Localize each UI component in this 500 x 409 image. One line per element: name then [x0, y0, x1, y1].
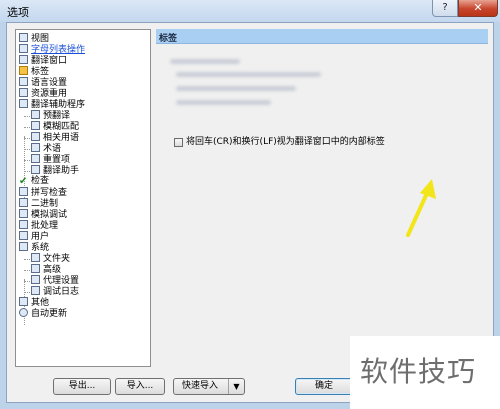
proxy-icon: [31, 275, 40, 284]
batch-icon: [19, 220, 28, 229]
log-icon: [31, 286, 40, 295]
tree-item-view[interactable]: 视图: [19, 33, 49, 44]
tree-connector: [24, 292, 30, 293]
tree-item-translation-helper[interactable]: 翻译助手: [31, 165, 79, 176]
panel-header: 标签: [156, 29, 488, 44]
other-icon: [19, 297, 28, 306]
tree-item-pretranslate[interactable]: 预翻译: [31, 110, 70, 121]
pretranslate-icon: [31, 110, 40, 119]
debug-icon: [19, 209, 28, 218]
tree-item-folder[interactable]: 文件夹: [31, 253, 70, 264]
tree-item-translation-assistant[interactable]: 翻译辅助程序: [19, 99, 85, 110]
tree-item-translation-window[interactable]: 翻译窗口: [19, 55, 67, 66]
tree-item-language-settings[interactable]: 语言设置: [19, 77, 67, 88]
tag-icon: [19, 66, 28, 75]
tree-connector: [24, 171, 30, 172]
blurred-text: [170, 59, 240, 64]
panel-title: 标签: [159, 34, 178, 44]
check-icon: ✔: [19, 176, 28, 187]
tree-item-reset[interactable]: 重置项: [31, 154, 70, 165]
window-icon: [19, 55, 28, 64]
tree-item-binary[interactable]: 二进制: [19, 198, 58, 209]
tree-item-resource-reuse[interactable]: 资源重用: [19, 88, 67, 99]
tree-item-system[interactable]: 系统: [19, 242, 49, 253]
list-icon: [19, 44, 28, 53]
export-button[interactable]: 导出...: [53, 378, 111, 395]
tree-connector: [24, 116, 30, 117]
glasses-icon: [19, 33, 28, 42]
tree-item-terminology[interactable]: 术语: [31, 143, 61, 154]
tree-item-fuzzy-match[interactable]: 模糊匹配: [31, 121, 79, 132]
update-icon: [19, 308, 28, 317]
wand-icon: [31, 165, 40, 174]
tree-item-batch[interactable]: 批处理: [19, 220, 58, 231]
settings-panel: 标签 将回车(CR)和换行(LF)视为翻译窗口中的内部标签: [156, 29, 488, 367]
tree-connector: [24, 127, 30, 128]
tree-connector: [24, 138, 30, 139]
tree-connector: [24, 270, 30, 271]
help-button[interactable]: ?: [432, 0, 458, 17]
dropdown-arrow-icon[interactable]: ▼: [228, 379, 244, 394]
spellcheck-icon: [19, 187, 28, 196]
tree-item-proxy[interactable]: 代理设置: [31, 275, 79, 286]
resource-icon: [19, 88, 28, 97]
tree-item-user[interactable]: 用户: [19, 231, 49, 242]
binary-icon: [19, 198, 28, 207]
tree-item-check[interactable]: ✔ 检查: [19, 176, 49, 187]
annotation-arrow: [406, 179, 436, 237]
language-icon: [19, 77, 28, 86]
cr-lf-tag-checkbox[interactable]: [174, 138, 183, 147]
blurred-text: [176, 100, 271, 105]
user-icon: [19, 231, 28, 240]
tree-connector: [24, 259, 30, 260]
tree-item-letter-list[interactable]: 字母列表操作: [19, 44, 85, 55]
watermark-text: 软件技巧: [360, 355, 477, 388]
blurred-text: [176, 86, 296, 91]
tree-item-auto-update[interactable]: 自动更新: [19, 308, 67, 319]
advanced-icon: [31, 264, 40, 273]
tree-item-other[interactable]: 其他: [19, 297, 49, 308]
related-terms-icon: [31, 132, 40, 141]
tree-item-related-terms[interactable]: 相关用语: [31, 132, 79, 143]
options-tree[interactable]: 视图 字母列表操作 翻译窗口 标签 语言设置 资源重用 翻译辅助程序 预翻译 模…: [15, 29, 151, 367]
tree-connector: [24, 281, 30, 282]
tree-connector: [24, 160, 30, 161]
close-button[interactable]: ✕: [458, 0, 498, 17]
window-title: 选项: [7, 6, 29, 19]
blurred-text: [176, 72, 321, 77]
terminology-icon: [31, 143, 40, 152]
tree-item-debug-log[interactable]: 调试日志: [31, 286, 79, 297]
tree-item-advanced[interactable]: 高级: [31, 264, 61, 275]
reset-icon: [31, 154, 40, 163]
ok-button[interactable]: 确定: [295, 378, 353, 395]
window-titlebar: 选项 ? ✕: [0, 0, 500, 22]
tree-item-spellcheck[interactable]: 拼写检查: [19, 187, 67, 198]
watermark: 软件技巧: [350, 336, 500, 409]
tree-item-debug[interactable]: 模拟调试: [19, 209, 67, 220]
quick-import-button[interactable]: 快速导入 ▼: [173, 378, 245, 395]
folder-icon: [31, 253, 40, 262]
system-icon: [19, 242, 28, 251]
cr-lf-tag-label: 将回车(CR)和换行(LF)视为翻译窗口中的内部标签: [186, 137, 385, 147]
quick-import-label: 快速导入: [182, 381, 219, 391]
import-button[interactable]: 导入...: [115, 378, 165, 395]
tree-item-tags[interactable]: 标签: [19, 66, 49, 77]
tree-connector: [24, 149, 30, 150]
fuzzy-match-icon: [31, 121, 40, 130]
assistant-icon: [19, 99, 28, 108]
